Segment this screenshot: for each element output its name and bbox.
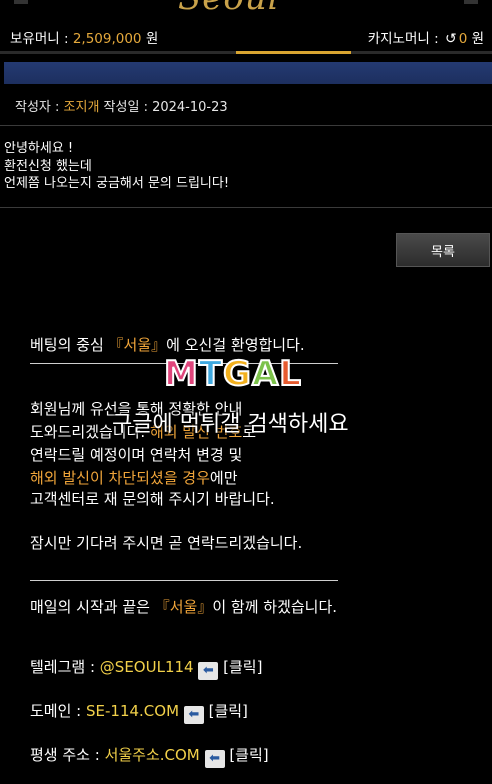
divider xyxy=(0,207,492,208)
progress-track xyxy=(0,51,492,54)
casino-value: 0 xyxy=(458,31,468,47)
watermark-text: 구글에 먹튀갤 검색하세요 xyxy=(112,412,349,437)
author-name: 조지개 xyxy=(63,100,100,115)
reply-text-part: 에만 xyxy=(209,469,238,487)
telegram-link[interactable]: @SEOUL114 xyxy=(100,658,194,676)
lifetime-link[interactable]: 서울주소.COM xyxy=(105,746,200,764)
brand-name: 『서울』 xyxy=(154,598,213,616)
divider xyxy=(0,125,492,126)
arrow-left-icon[interactable]: ⬅ xyxy=(183,706,204,724)
separator-line xyxy=(30,580,338,581)
date-label: 작성일 : xyxy=(99,100,153,115)
money-bar: 보유머니 : 2,509,000 원 카지노머니 : ↺ 0 원 xyxy=(0,18,492,52)
welcome-text: 에 오신걸 환영합니다. xyxy=(166,336,305,354)
list-button[interactable]: 목록 xyxy=(396,233,490,267)
reply-text: 연락드릴 예정이며 연락처 변경 및 xyxy=(30,446,243,464)
menu-corner-left[interactable] xyxy=(14,0,28,4)
post-meta: 작성자 : 조지개 작성일 : 2024-10-23 xyxy=(15,96,228,115)
highlight-text: 해외 발신이 차단되셨을 경우 xyxy=(30,469,210,487)
balance-unit: 원 xyxy=(141,31,159,47)
arrow-left-icon[interactable]: ⬅ xyxy=(204,750,225,768)
daily-text: 이 함께 하겠습니다. xyxy=(212,598,338,616)
lifetime-label: 평생 주소 : xyxy=(30,746,105,764)
domain-link[interactable]: SE-114.COM xyxy=(86,702,179,720)
telegram-label: 텔레그램 : xyxy=(30,658,100,676)
domain-line[interactable]: 도메인 : SE-114.COM ⬅ [클릭] xyxy=(30,700,248,724)
watermark-letter: A xyxy=(251,353,280,395)
watermark-letter: L xyxy=(278,353,302,395)
header-logo-strip: Seoul xyxy=(0,0,492,18)
welcome-text: 베팅의 중심 xyxy=(30,336,109,354)
watermark-logo: MTGAL xyxy=(163,353,302,395)
click-link[interactable]: [클릭] xyxy=(204,702,248,720)
balance-label: 보유머니 : xyxy=(10,31,73,47)
post-line: 언제쯤 나오는지 궁금해서 문의 드립니다! xyxy=(4,176,230,191)
refresh-icon[interactable]: ↺ xyxy=(445,31,457,47)
daily-text: 매일의 시작과 끝은 xyxy=(30,598,155,616)
menu-corner-right[interactable] xyxy=(464,0,478,4)
balance-value: 2,509,000 xyxy=(72,31,142,47)
casino-unit: 원 xyxy=(467,31,484,47)
click-link[interactable]: [클릭] xyxy=(225,746,268,764)
author-label: 작성자 : xyxy=(15,100,64,115)
casino-money-display: 카지노머니 : ↺ 0 원 xyxy=(368,27,484,47)
watermark-letter: T xyxy=(198,353,224,395)
post-date: 2024-10-23 xyxy=(152,100,228,115)
wait-text: 잠시만 기다려 주시면 곧 연락드리겠습니다. xyxy=(30,534,303,552)
reply-text: 해외 발신이 차단되셨을 경우에만 xyxy=(30,467,238,488)
balance-display: 보유머니 : 2,509,000 원 xyxy=(10,27,158,47)
domain-label: 도메인 : xyxy=(30,702,86,720)
daily-line: 매일의 시작과 끝은 『서울』이 함께 하겠습니다. xyxy=(30,596,337,617)
brand-logo[interactable]: Seoul xyxy=(178,0,280,18)
post-line: 환전신청 했는데 xyxy=(4,158,92,174)
arrow-left-icon[interactable]: ⬅ xyxy=(198,662,219,680)
post-title-bar xyxy=(4,62,492,84)
welcome-line: 베팅의 중심 『서울』에 오신걸 환영합니다. xyxy=(30,334,305,355)
watermark-letter: G xyxy=(222,353,252,395)
post-body: 안녕하세요 ! 환전신청 했는데 언제쯤 나오는지 궁금해서 문의 드립니다! xyxy=(4,140,229,193)
click-link[interactable]: [클릭] xyxy=(218,658,262,676)
progress-segment xyxy=(236,51,351,54)
reply-text: 고객센터로 재 문의해 주시기 바랍니다. xyxy=(30,490,275,508)
telegram-line[interactable]: 텔레그램 : @SEOUL114 ⬅ [클릭] xyxy=(30,656,262,680)
brand-name: 『서울』 xyxy=(108,336,167,354)
post-line: 안녕하세요 ! xyxy=(4,141,74,156)
lifetime-address-line[interactable]: 평생 주소 : 서울주소.COM ⬅ [클릭] xyxy=(30,744,269,768)
watermark-letter: M xyxy=(163,353,199,395)
casino-label: 카지노머니 : xyxy=(367,31,443,47)
